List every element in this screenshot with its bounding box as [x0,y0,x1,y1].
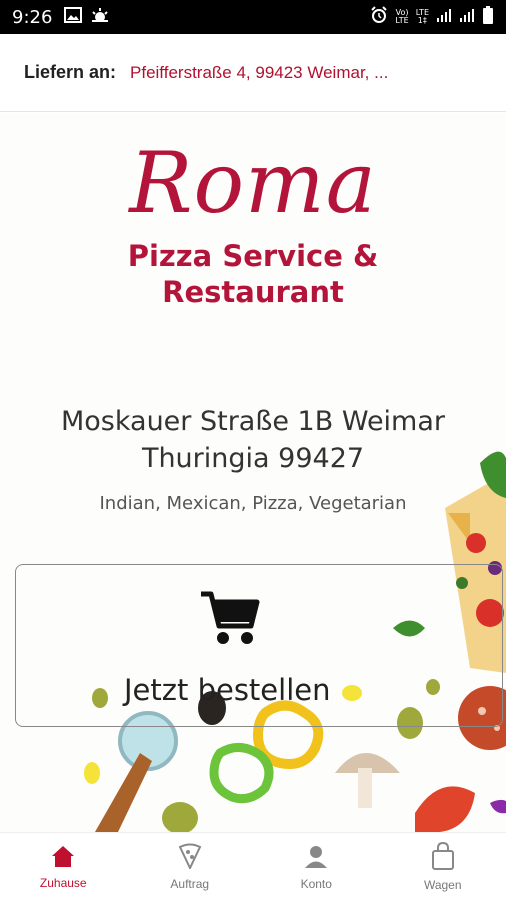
address-line-1: Moskauer Straße 1B Weimar [0,403,506,440]
nav-item-home[interactable]: Zuhause [0,833,127,901]
signal-icon [436,8,452,27]
volte-icon: Vo)LTE [395,9,408,25]
shopping-cart-icon [199,590,261,651]
nav-item-orders[interactable]: Auftrag [127,833,254,901]
lte-icon: LTE1‡ [416,9,429,25]
cuisine-list: Indian, Mexican, Pizza, Vegetarian [0,493,506,514]
signal-icon [459,8,475,27]
restaurant-address: Moskauer Straße 1B Weimar Thuringia 9942… [0,403,506,477]
nav-label-orders: Auftrag [170,877,209,891]
status-time: 9:26 [12,7,52,28]
logo-tagline-1: Pizza Service & [0,238,506,274]
logo-name: Roma [0,138,506,228]
bag-icon [430,842,456,875]
status-bar: 9:26 Vo)LTE LTE1‡ [0,0,506,34]
image-icon [64,7,82,28]
user-icon [303,843,329,874]
delivery-label: Liefern an: [24,62,116,83]
home-icon [50,844,76,873]
delivery-address-bar[interactable]: Liefern an: Pfeifferstraße 4, 99423 Weim… [0,34,506,112]
logo-tagline-2: Restaurant [0,274,506,310]
order-now-button[interactable]: Jetzt bestellen [15,564,503,727]
weather-icon [90,7,110,28]
delivery-address[interactable]: Pfeifferstraße 4, 99423 Weimar, ... [130,63,388,83]
restaurant-logo: Roma Pizza Service & Restaurant [0,138,506,310]
address-line-2: Thuringia 99427 [0,440,506,477]
bottom-navigation: Zuhause Auftrag Konto Wagen [0,832,506,901]
order-now-label: Jetzt bestellen [124,673,330,707]
restaurant-home: Roma Pizza Service & Restaurant Moskauer… [0,113,506,832]
alarm-icon [370,6,388,29]
nav-label-account: Konto [301,877,332,891]
nav-item-account[interactable]: Konto [253,833,380,901]
nav-item-cart[interactable]: Wagen [380,833,506,901]
battery-icon [482,6,494,29]
nav-label-home: Zuhause [40,876,87,890]
nav-label-cart: Wagen [424,878,462,892]
pizza-icon [178,843,202,874]
